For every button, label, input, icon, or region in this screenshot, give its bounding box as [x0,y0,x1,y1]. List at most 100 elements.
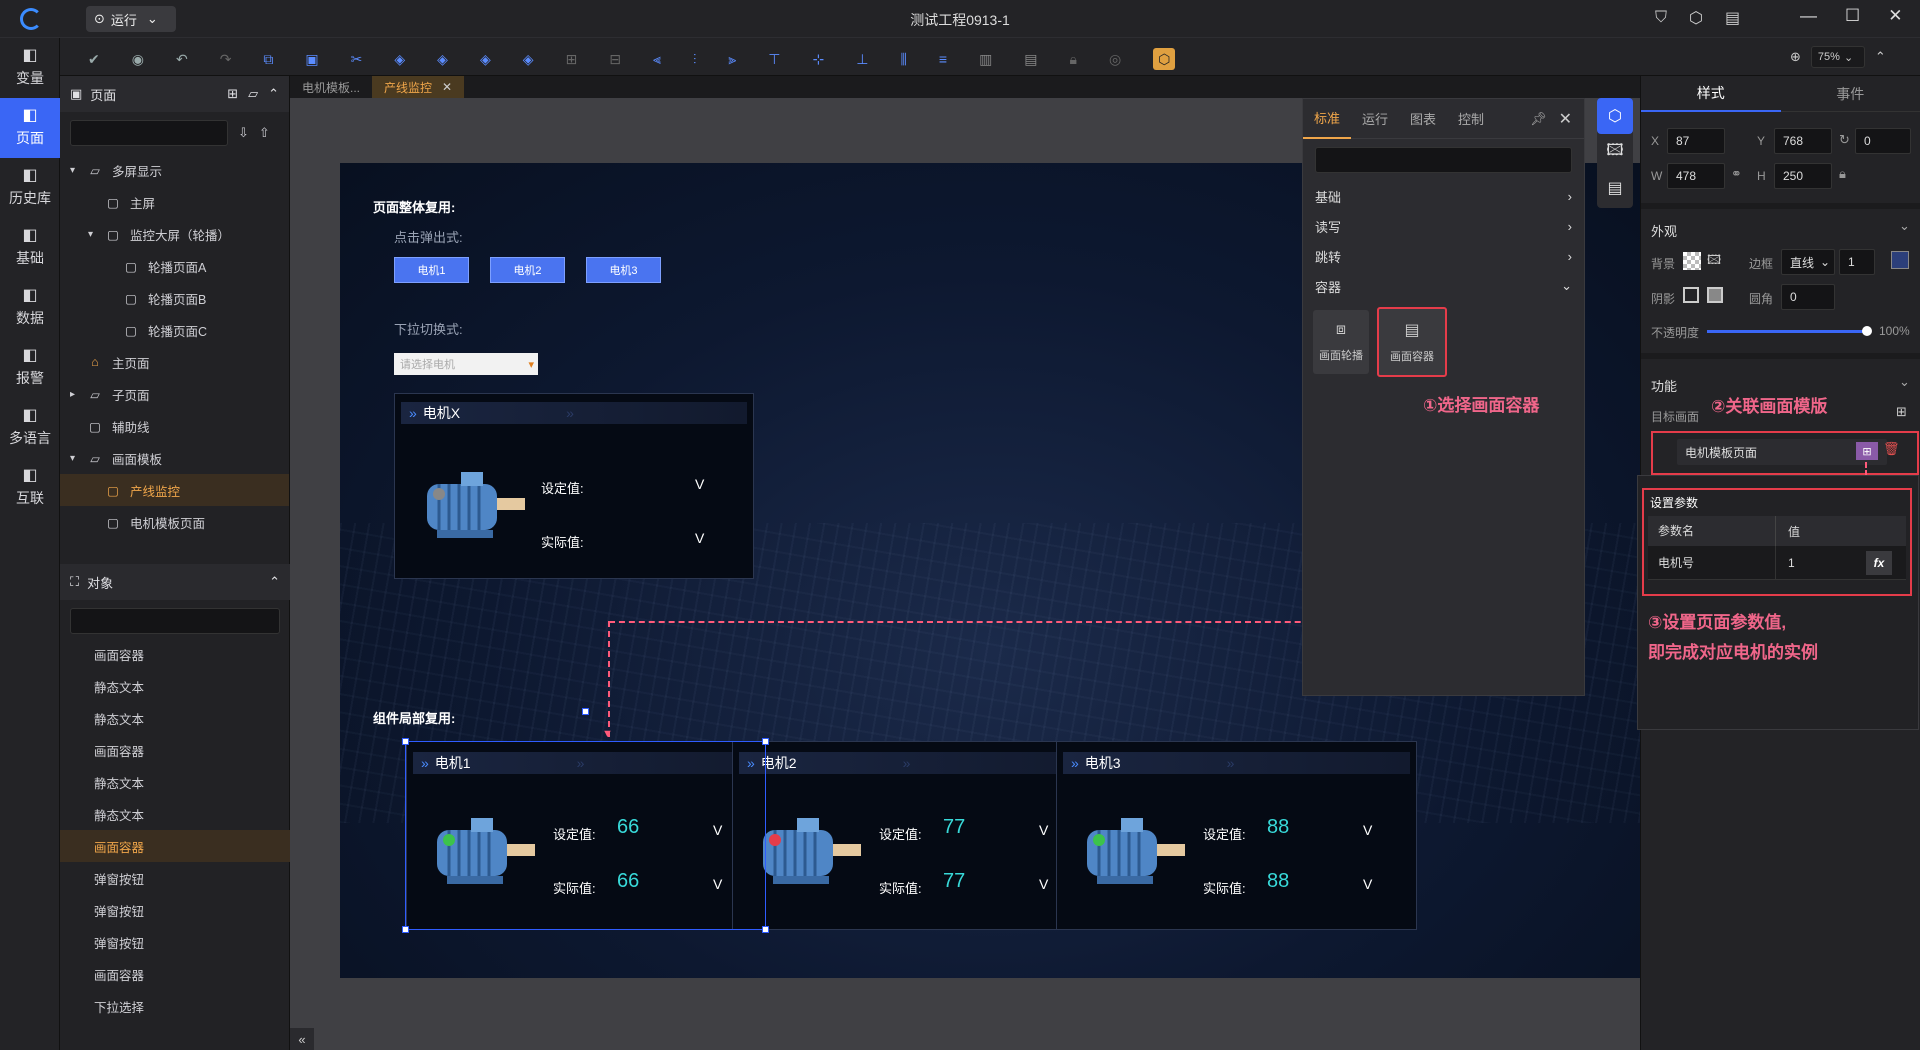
tree-item[interactable]: ▢ 主屏 [60,186,289,218]
popup-button-3[interactable]: 电机3 [586,257,661,283]
group-icon[interactable]: ⊞ [566,51,578,68]
expand-arrow-icon[interactable]: ▾ [88,229,102,240]
component-tab[interactable]: 标准 [1303,99,1352,139]
tree-item[interactable]: ▢ 辅助线 [60,410,289,442]
motor-card[interactable]: » 电机3 » 设定值: 88 V 实际值: 88 V [1056,741,1417,930]
layer-top-icon[interactable]: ◈ [394,51,405,68]
run-button[interactable]: ⊙ 运行 ⌄ [86,6,176,32]
layer-down-icon[interactable]: ◈ [480,51,491,68]
close-icon[interactable]: ✕ [1559,109,1572,129]
align-bottom-icon[interactable]: ⊥ [856,51,868,68]
tree-item[interactable]: ▢ 轮播页面B [60,282,289,314]
expand-arrow-icon[interactable]: ▾ [70,165,84,176]
same-width-icon[interactable]: ▥ [979,51,992,68]
opacity-slider[interactable] [1707,330,1867,333]
cut-icon[interactable]: ✂ [351,51,363,68]
x-input[interactable]: 87 [1667,128,1725,154]
border-color-swatch[interactable] [1891,251,1909,269]
preview-icon[interactable]: ◉ [132,51,144,68]
align-top-icon[interactable]: ⊤ [768,51,780,68]
w-input[interactable]: 478 [1667,163,1725,189]
template-library-icon[interactable]: ▤ [1597,170,1633,206]
screen-container-tile[interactable]: ▤ 画面容器 [1377,307,1447,377]
check-icon[interactable]: ✔ [88,51,100,68]
object-item[interactable]: 静态文本 [60,798,290,830]
lock-icon[interactable]: 🔒︎ [1070,51,1077,68]
copy-icon[interactable]: ⧉ [263,51,273,68]
nav-item-0[interactable]: ◧ 变量 [0,38,60,98]
import-icon[interactable]: ⇩ [238,125,249,141]
rotate-handle[interactable] [582,708,589,715]
collapse-left-icon[interactable]: « [290,1028,314,1050]
layer-up-icon[interactable]: ◈ [437,51,448,68]
component-category[interactable]: 读写 › [1303,211,1584,241]
nav-item-7[interactable]: ◧ 互联 [0,458,60,518]
expand-arrow-icon[interactable]: ▸ [70,389,84,400]
motor-template-card[interactable]: » 电机X » 设定值: V 实际值: V [394,393,754,579]
object-item[interactable]: 画面容器 [60,958,290,990]
editor-tab[interactable]: 产线监控 ✕ [372,76,465,98]
paste-icon[interactable]: ▣ [305,51,318,68]
popup-button-1[interactable]: 电机1 [394,257,469,283]
object-item[interactable]: 静态文本 [60,702,290,734]
align-center-icon[interactable]: ⫶ [693,51,697,68]
expand-arrow-icon[interactable]: ▾ [70,453,84,464]
nav-item-4[interactable]: ◧ 数据 [0,278,60,338]
chevron-down-icon[interactable]: ⌄ [1899,374,1910,390]
radius-input[interactable]: 0 [1781,284,1835,310]
cube-icon[interactable]: ⬡ [1689,8,1703,28]
tree-item[interactable]: ▢ 电机模板页面 [60,506,289,538]
component-tab[interactable]: 控制 [1447,99,1495,139]
nav-item-1[interactable]: ◧ 页面 [0,98,60,158]
undo-icon[interactable]: ↶ [176,51,188,68]
close-icon[interactable]: ✕ [442,80,452,94]
link-icon[interactable]: ⚭ [1731,166,1742,182]
param-value-input[interactable]: 1 [1776,556,1866,570]
bg-image-icon[interactable]: 🖾︎ [1707,251,1721,273]
add-folder-icon[interactable]: ▱ [248,86,258,102]
distribute-v-icon[interactable]: ≡ [939,51,947,67]
opacity-slider-thumb[interactable] [1862,326,1872,336]
screen-carousel-tile[interactable]: ⧈ 画面轮播 [1313,310,1369,374]
align-right-icon[interactable]: ⫸ [728,51,736,68]
page-search-input[interactable] [70,120,228,146]
motor-dropdown[interactable]: 请选择电机 ▾ [394,353,538,375]
layout-icon[interactable]: ▤ [1725,8,1740,28]
object-item[interactable]: 下拉选择 [60,990,290,1022]
selection-handle[interactable] [762,926,769,933]
nav-item-3[interactable]: ◧ 基础 [0,218,60,278]
component-library-icon[interactable]: ⬡ [1597,98,1633,134]
component-category[interactable]: 容器 ⌄ [1303,271,1584,301]
edit-params-icon[interactable]: ⊞ [1856,442,1878,460]
y-input[interactable]: 768 [1774,128,1832,154]
object-item[interactable]: 静态文本 [60,766,290,798]
ungroup-icon[interactable]: ⊟ [609,51,621,68]
h-input[interactable]: 250 [1774,163,1832,189]
selection-handle[interactable] [402,738,409,745]
collapse-icon[interactable]: ⌃ [269,574,280,590]
nav-item-2[interactable]: ◧ 历史库 [0,158,60,218]
rotation-input[interactable]: 0 [1855,128,1911,154]
object-item[interactable]: 静态文本 [60,670,290,702]
tree-item[interactable]: ▾ ▱ 画面模板 [60,442,289,474]
add-icon[interactable]: ⊞ [1896,404,1907,420]
layer-bottom-icon[interactable]: ◈ [523,51,534,68]
align-middle-icon[interactable]: ⊹ [813,51,825,68]
collapse-icon[interactable]: ⌃ [268,86,279,102]
same-height-icon[interactable]: ▤ [1024,51,1037,68]
bg-color-swatch[interactable] [1683,252,1701,270]
object-search-input[interactable] [70,608,280,634]
object-item[interactable]: 弹窗按钮 [60,894,290,926]
object-item[interactable]: 画面容器 [60,830,290,862]
shield-icon[interactable]: ⛉ [1655,9,1667,27]
object-item[interactable]: 弹窗按钮 [60,926,290,958]
add-page-icon[interactable]: ⊞ [227,86,238,102]
selection-handle[interactable] [762,738,769,745]
redo-icon[interactable]: ↷ [220,51,232,68]
lock-icon[interactable]: 🔒︎ [1839,166,1846,182]
editor-tab[interactable]: 电机模板... [290,76,372,98]
component-category[interactable]: 基础 › [1303,181,1584,211]
component-tab[interactable]: 运行 [1351,99,1399,139]
delete-icon[interactable]: 🗑︎ [1883,441,1900,457]
tab-events[interactable]: 事件 [1781,77,1920,111]
